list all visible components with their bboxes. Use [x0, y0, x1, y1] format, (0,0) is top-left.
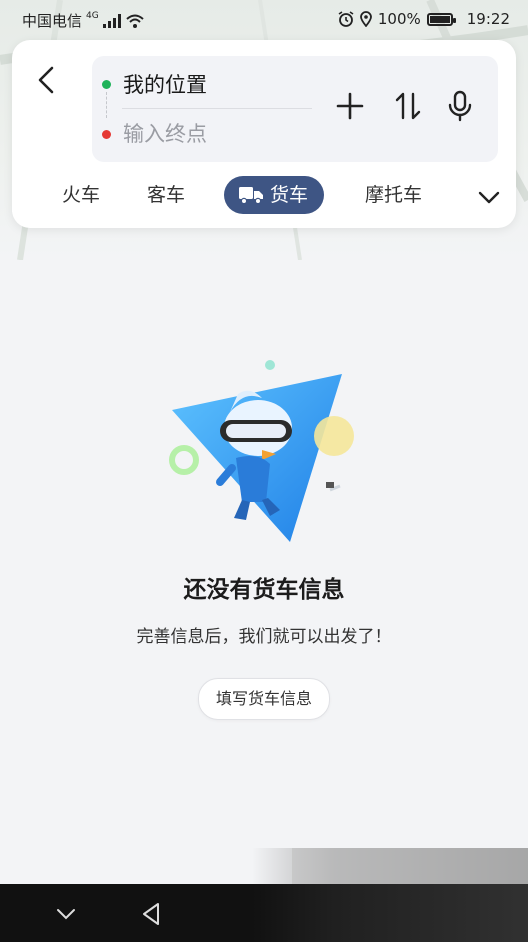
nav-down-icon	[57, 909, 75, 920]
swap-icon	[395, 92, 421, 120]
destination-input[interactable]	[123, 122, 303, 146]
end-location-row	[102, 114, 303, 154]
battery-percent: 100%	[377, 10, 421, 28]
back-button[interactable]	[30, 58, 66, 102]
empty-state-title: 还没有货车信息	[183, 577, 345, 603]
swap-route-button[interactable]	[388, 86, 428, 126]
tab-coach[interactable]: 客车	[147, 178, 185, 212]
tab-truck[interactable]: 货车	[224, 176, 325, 214]
network-label: 4G	[86, 10, 99, 21]
start-dot	[102, 79, 111, 89]
system-nav-bar	[0, 884, 528, 942]
empty-state-subtitle: 完善信息后，我们就可以出发了！	[136, 627, 392, 647]
tabs-fade	[12, 178, 36, 212]
tab-label: 火车	[62, 184, 101, 206]
add-icon	[336, 92, 364, 120]
carrier-label: 中国电信	[22, 12, 83, 30]
wifi-icon	[126, 14, 144, 28]
location-icon	[359, 11, 372, 27]
nav-back-icon	[143, 903, 159, 925]
route-input-box: 我的位置	[92, 56, 498, 162]
empty-truck-illustration	[169, 360, 354, 542]
start-location-field[interactable]: 我的位置	[102, 64, 207, 104]
tab-train[interactable]: 火车	[62, 178, 100, 212]
truck-icon	[239, 187, 263, 205]
route-divider	[122, 108, 312, 109]
transport-mode-tabs: 火车 客车 货车 摩托车	[12, 174, 516, 216]
alarm-icon	[338, 11, 354, 27]
microphone-icon	[448, 90, 472, 122]
fill-truck-info-button[interactable]: 填写货车信息	[198, 678, 330, 720]
tab-label: 货车	[270, 184, 309, 206]
tab-label: 摩托车	[365, 184, 423, 206]
status-bar: 中国电信 4G 100% 19:22	[0, 0, 528, 40]
route-search-card: 我的位置 火车 客车	[12, 40, 516, 228]
nav-back-button[interactable]	[136, 898, 168, 930]
signal-icon	[102, 13, 121, 28]
end-dot	[102, 129, 111, 139]
voice-input-button[interactable]	[440, 86, 480, 126]
back-arrow-icon	[38, 66, 54, 94]
clock-time: 19:22	[466, 10, 510, 28]
battery-icon	[426, 12, 456, 26]
more-modes-button[interactable]	[474, 182, 504, 212]
tab-label: 客车	[147, 184, 186, 206]
chevron-down-icon	[478, 191, 500, 204]
start-location-text: 我的位置	[123, 73, 207, 97]
add-waypoint-button[interactable]	[330, 86, 370, 126]
nav-hide-button[interactable]	[50, 898, 82, 930]
tab-motorcycle[interactable]: 摩托车	[365, 178, 422, 212]
